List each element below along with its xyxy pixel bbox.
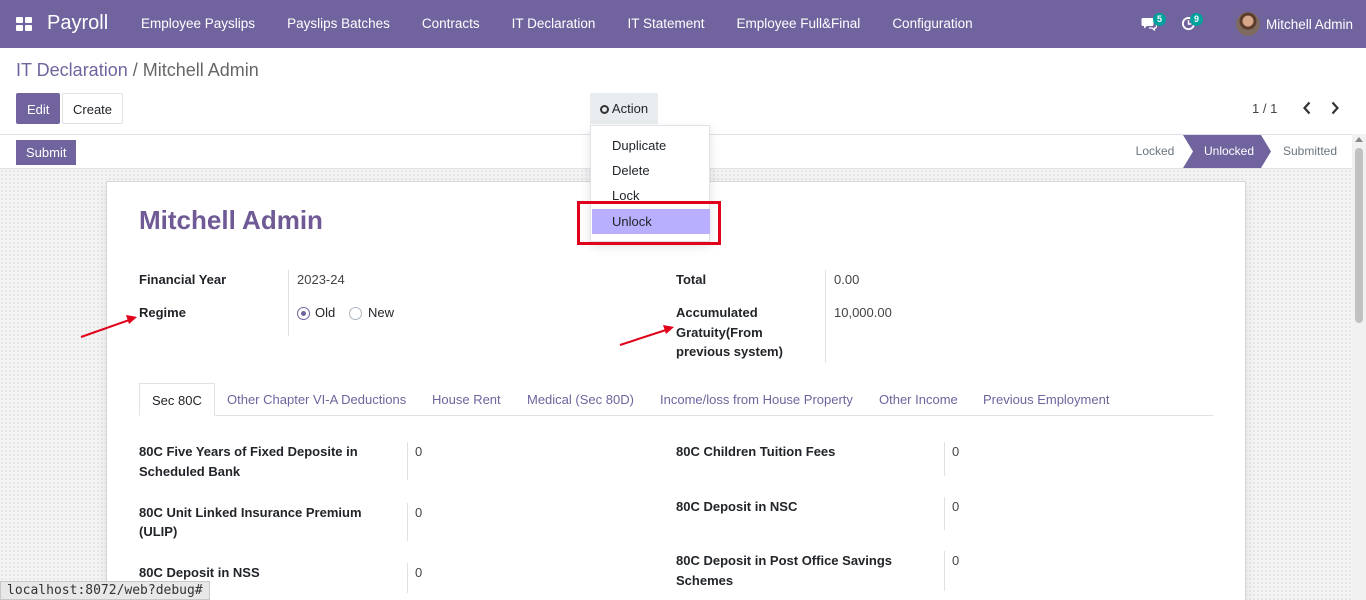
breadcrumb-separator: / xyxy=(127,60,143,80)
pager-next-icon[interactable] xyxy=(1330,101,1340,115)
tuition-fees-value[interactable]: 0 xyxy=(952,442,959,462)
tab-house-rent[interactable]: House Rent xyxy=(420,383,513,416)
status-url: localhost:8072/web?debug# xyxy=(0,581,210,600)
scroll-up-icon[interactable] xyxy=(1355,137,1363,142)
menu-it-declaration[interactable]: IT Declaration xyxy=(496,0,612,48)
nsc-value[interactable]: 0 xyxy=(952,497,959,517)
tab-other-chapter-via[interactable]: Other Chapter VI-A Deductions xyxy=(215,383,418,416)
regime-old-label[interactable]: Old xyxy=(315,303,335,323)
gratuity-value[interactable]: 10,000.00 xyxy=(834,303,892,323)
tab-other-income[interactable]: Other Income xyxy=(867,383,970,416)
financial-year-value[interactable]: 2023-24 xyxy=(297,270,345,290)
regime-label: Regime xyxy=(139,305,186,320)
nss-value[interactable]: 0 xyxy=(415,563,422,583)
field-separator xyxy=(407,503,408,541)
gratuity-label-line3: previous system) xyxy=(676,344,783,359)
gratuity-label-line1: Accumulated xyxy=(676,305,758,320)
stage-unlocked[interactable]: Unlocked xyxy=(1193,135,1265,168)
breadcrumb: IT Declaration / Mitchell Admin xyxy=(16,60,259,81)
financial-year-label: Financial Year xyxy=(139,272,227,287)
create-button[interactable]: Create xyxy=(62,93,124,124)
ulip-label-line1: 80C Unit Linked Insurance Premium xyxy=(139,505,362,520)
fixed-deposit-label-line1: 80C Five Years of Fixed Deposite in xyxy=(139,444,358,459)
apps-menu-icon[interactable] xyxy=(16,17,32,31)
main-menu: Employee Payslips Payslips Batches Contr… xyxy=(125,0,989,48)
action-delete[interactable]: Delete xyxy=(592,158,710,183)
regime-new-radio[interactable] xyxy=(349,307,362,320)
ulip-label-line2: (ULIP) xyxy=(139,524,178,539)
user-avatar[interactable] xyxy=(1236,12,1260,36)
ulip-value[interactable]: 0 xyxy=(415,503,422,523)
fixed-deposit-label-line2: Scheduled Bank xyxy=(139,464,241,479)
submit-button[interactable]: Submit xyxy=(16,140,77,165)
field-separator xyxy=(407,442,408,480)
post-office-label-line1: 80C Deposit in Post Office Savings xyxy=(676,553,892,568)
field-separator xyxy=(944,442,945,476)
chat-count-badge: 5 xyxy=(1153,13,1166,26)
stage-submitted[interactable]: Submitted xyxy=(1271,135,1349,168)
tuition-fees-label: 80C Children Tuition Fees xyxy=(676,444,836,459)
field-separator xyxy=(944,551,945,591)
menu-employee-payslips[interactable]: Employee Payslips xyxy=(125,0,271,48)
field-separator xyxy=(825,270,826,363)
breadcrumb-current: Mitchell Admin xyxy=(142,60,259,80)
page-scrollbar[interactable] xyxy=(1352,134,1366,600)
action-dropdown-button[interactable]: Action xyxy=(590,93,658,124)
field-separator xyxy=(288,270,289,336)
stage-locked[interactable]: Locked xyxy=(1126,135,1184,168)
regime-old-radio[interactable] xyxy=(297,307,310,320)
gratuity-label-line2: Gratuity(From xyxy=(676,325,763,340)
nss-label: 80C Deposit in NSS xyxy=(139,565,260,580)
tab-medical-80d[interactable]: Medical (Sec 80D) xyxy=(515,383,646,416)
post-office-value[interactable]: 0 xyxy=(952,551,959,571)
tab-previous-employment[interactable]: Previous Employment xyxy=(971,383,1121,416)
post-office-label-line2: Schemes xyxy=(676,573,734,588)
total-label: Total xyxy=(676,272,707,287)
record-title: Mitchell Admin xyxy=(139,205,323,235)
scroll-thumb[interactable] xyxy=(1355,148,1363,323)
menu-configuration[interactable]: Configuration xyxy=(876,0,988,48)
user-menu-name[interactable]: Mitchell Admin xyxy=(1266,17,1353,32)
menu-it-statement[interactable]: IT Statement xyxy=(611,0,720,48)
pager-value[interactable]: 1 / 1 xyxy=(1252,101,1277,116)
field-separator xyxy=(407,563,408,593)
gear-icon xyxy=(599,105,609,114)
edit-button[interactable]: Edit xyxy=(16,93,61,124)
regime-new-label[interactable]: New xyxy=(368,303,394,323)
top-navbar: Payroll Employee Payslips Payslips Batch… xyxy=(0,0,1366,48)
app-brand[interactable]: Payroll xyxy=(47,12,108,35)
breadcrumb-parent[interactable]: IT Declaration xyxy=(16,60,128,80)
tab-house-property[interactable]: Income/loss from House Property xyxy=(648,383,865,416)
pager-previous-icon[interactable] xyxy=(1302,101,1312,115)
menu-contracts[interactable]: Contracts xyxy=(406,0,496,48)
menu-employee-full-final[interactable]: Employee Full&Final xyxy=(721,0,877,48)
action-label: Action xyxy=(611,101,649,116)
nsc-label: 80C Deposit in NSC xyxy=(676,499,798,514)
tab-sec-80c[interactable]: Sec 80C xyxy=(139,383,215,416)
action-duplicate[interactable]: Duplicate xyxy=(592,133,710,158)
field-separator xyxy=(944,497,945,530)
activity-count-badge: 9 xyxy=(1190,13,1203,26)
annotation-highlight-box xyxy=(577,201,721,245)
total-value: 0.00 xyxy=(834,272,860,287)
menu-payslips-batches[interactable]: Payslips Batches xyxy=(271,0,406,48)
fixed-deposit-value[interactable]: 0 xyxy=(415,442,422,462)
